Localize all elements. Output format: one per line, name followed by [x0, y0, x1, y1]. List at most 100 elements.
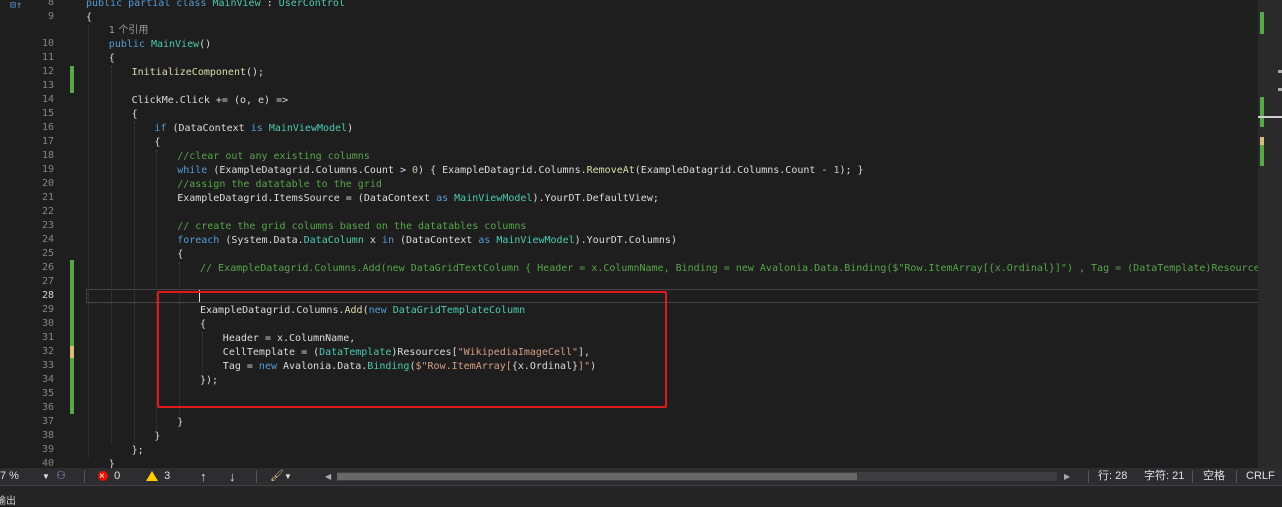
code-line[interactable]: // ExampleDatagrid.Columns.Add(new DataG…: [200, 262, 1282, 276]
highlight-annotation-box: [157, 291, 667, 408]
divider: [1088, 470, 1089, 483]
code-token: {: [86, 12, 93, 23]
code-token: MainViewModel: [454, 193, 533, 204]
code-token: }: [154, 431, 161, 442]
change-marker: [70, 358, 74, 414]
line-number: 37: [41, 416, 54, 427]
code-line[interactable]: }: [154, 430, 160, 444]
code-line[interactable]: //assign the datatable to the grid: [177, 178, 382, 192]
code-line[interactable]: public MainView(): [109, 38, 211, 52]
code-token: {: [154, 137, 161, 148]
code-token: (ExampleDatagrid.Columns.Count >: [207, 165, 412, 176]
code-line[interactable]: // create the grid columns based on the …: [177, 220, 526, 234]
whitespace-mode[interactable]: 空格: [1203, 468, 1225, 485]
code-token: while: [177, 165, 208, 176]
code-token: ).YourDT.DefaultView;: [532, 193, 659, 204]
scroll-caret-marker: [1258, 116, 1282, 118]
codelens-references[interactable]: 1 个引用: [109, 24, 149, 38]
line-number: 29: [41, 304, 54, 315]
code-token: x: [363, 235, 382, 246]
divider: [84, 470, 85, 483]
code-token: (): [199, 39, 212, 50]
cursor-row[interactable]: 行: 28: [1098, 468, 1127, 485]
code-token: MainViewModel: [496, 235, 575, 246]
code-cleanup-icon[interactable]: 🖌▼: [270, 468, 296, 485]
line-number: 27: [41, 276, 54, 287]
error-count[interactable]: 0: [98, 468, 138, 485]
line-number: 13: [41, 80, 54, 91]
change-marker: [70, 260, 74, 346]
line-number: 25: [41, 248, 54, 259]
code-comment: //assign the datatable to the grid: [177, 179, 382, 190]
code-line[interactable]: ExampleDatagrid.ItemsSource = (DataConte…: [177, 192, 659, 206]
change-marker: [70, 66, 74, 93]
code-line[interactable]: while (ExampleDatagrid.Columns.Count > 0…: [177, 164, 863, 178]
code-line[interactable]: };: [132, 444, 144, 458]
code-line[interactable]: {: [109, 52, 115, 66]
code-line[interactable]: {: [86, 11, 92, 25]
code-line[interactable]: ClickMe.Click += (o, e) =>: [132, 94, 289, 108]
line-number: 33: [41, 360, 54, 371]
code-token: as: [478, 235, 491, 246]
code-token: public partial class: [86, 0, 213, 9]
line-number: 18: [41, 150, 54, 161]
line-ending[interactable]: CRLF: [1246, 468, 1275, 485]
code-token: {: [108, 53, 115, 64]
code-line[interactable]: {: [154, 136, 160, 150]
horizontal-scrollbar[interactable]: [337, 472, 1057, 481]
vertical-scrollbar[interactable]: [1258, 0, 1282, 468]
code-token: DataColumn: [303, 235, 364, 246]
cursor-column[interactable]: 字符: 21: [1144, 468, 1184, 485]
line-number: 31: [41, 332, 54, 343]
code-token: ();: [245, 67, 265, 78]
code-token: as: [436, 193, 449, 204]
code-line[interactable]: {: [132, 108, 138, 122]
code-line[interactable]: }: [109, 458, 115, 468]
scroll-left-icon[interactable]: ◀: [325, 468, 333, 485]
code-token: ) { ExampleDatagrid.Columns.: [418, 165, 587, 176]
line-number: 21: [41, 192, 54, 203]
line-number: 24: [41, 234, 54, 245]
scroll-marker: [1278, 88, 1282, 91]
code-token: ); }: [839, 165, 864, 176]
code-token: MainView: [150, 39, 200, 50]
code-token: RemoveAt: [586, 165, 635, 176]
line-number: 8: [47, 0, 54, 8]
code-line[interactable]: //clear out any existing columns: [177, 150, 370, 164]
warning-count[interactable]: 3: [146, 468, 186, 485]
divider: [256, 470, 257, 483]
previous-issue-icon[interactable]: ↑: [200, 468, 212, 485]
zoom-level[interactable]: 7 % ▼: [0, 468, 50, 485]
line-number: 28: [41, 290, 54, 301]
line-number: 32: [41, 346, 54, 357]
code-line[interactable]: public partial class MainView : UserCont…: [86, 0, 345, 11]
code-line[interactable]: }: [177, 416, 183, 430]
code-token: }: [177, 417, 184, 428]
line-number: 40: [41, 458, 54, 468]
code-line[interactable]: InitializeComponent();: [132, 66, 264, 80]
line-number: 36: [41, 402, 54, 413]
code-token: MainViewModel: [268, 123, 348, 134]
error-count-value: 0: [114, 470, 121, 482]
code-comment: //clear out any existing columns: [177, 151, 370, 162]
next-issue-icon[interactable]: ↓: [229, 468, 241, 485]
error-icon: [98, 468, 108, 485]
copilot-icon[interactable]: ⚇: [56, 468, 70, 485]
line-number: 15: [41, 108, 54, 119]
warning-count-value: 3: [164, 470, 171, 482]
horizontal-scroll-thumb[interactable]: [337, 473, 857, 480]
line-number: 23: [41, 220, 54, 231]
code-token: ExampleDatagrid.ItemsSource = (DataConte…: [177, 193, 437, 204]
line-number: 22: [41, 206, 54, 217]
code-line[interactable]: if (DataContext is MainViewModel): [154, 122, 353, 136]
code-editor[interactable]: ⊟↑ 8 9 10 11 12 13 14 15 16 17 18 19 20 21 22 23 24 25 26 2…: [0, 0, 1282, 468]
code-token: UserControl: [278, 0, 345, 9]
code-token: }: [108, 459, 115, 468]
code-line[interactable]: foreach (System.Data.DataColumn x in (Da…: [177, 234, 677, 248]
code-line[interactable]: {: [177, 248, 183, 262]
code-token: (System.Data.: [219, 235, 304, 246]
code-token: MainView: [212, 0, 261, 9]
scroll-right-icon[interactable]: ▶: [1064, 468, 1072, 485]
line-number: 35: [41, 388, 54, 399]
output-panel-header[interactable]: 输出: [0, 485, 1282, 507]
